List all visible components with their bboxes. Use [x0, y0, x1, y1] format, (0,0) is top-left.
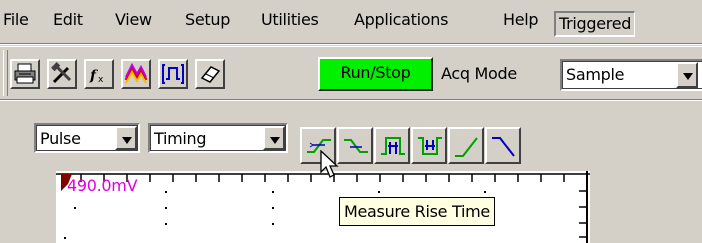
- color-waveform-button[interactable]: [121, 59, 151, 89]
- menu-edit[interactable]: Edit: [53, 10, 83, 30]
- toolbar-top-edge: [0, 46, 702, 47]
- hammer-wrench-icon: [51, 62, 72, 84]
- menu-view[interactable]: View: [115, 10, 152, 30]
- eraser-button[interactable]: [195, 59, 225, 89]
- tools-button[interactable]: [47, 59, 77, 89]
- menu-help[interactable]: Help: [503, 10, 539, 30]
- acq-mode-select[interactable]: Sample: [560, 59, 702, 91]
- fx-math-icon: f x: [89, 68, 104, 85]
- positive-width-icon: [381, 137, 405, 155]
- toolbar-grip: [3, 50, 8, 96]
- graticule-right-ticks: [579, 190, 587, 238]
- acq-mode-label: Acq Mode: [441, 64, 517, 83]
- tooltip: Measure Rise Time: [339, 197, 495, 226]
- pulse-bracket-icon: [162, 64, 184, 84]
- math-button[interactable]: f x: [84, 59, 114, 89]
- measure-negative-width-button[interactable]: [411, 127, 447, 164]
- chevron-down-icon[interactable]: [676, 62, 698, 88]
- svg-text:x: x: [98, 75, 104, 85]
- measure-group-select[interactable]: Timing: [148, 123, 288, 153]
- rising-edge-icon: [455, 137, 478, 157]
- menu-applications[interactable]: Applications: [354, 10, 448, 30]
- falling-edge-icon: [492, 137, 515, 157]
- print-icon: [14, 63, 36, 84]
- measure-positive-width-button[interactable]: [374, 127, 410, 164]
- acq-mode-value: Sample: [566, 65, 625, 84]
- run-stop-button[interactable]: Run/Stop: [318, 57, 433, 91]
- measure-falling-edge-button[interactable]: [485, 127, 521, 164]
- eraser-icon: [200, 66, 221, 83]
- measure-category-select[interactable]: Pulse: [34, 123, 140, 153]
- reference-level-label: 490.0mV: [67, 176, 138, 195]
- menu-bar: File Edit View Setup Utilities Applicati…: [0, 0, 702, 42]
- menu-utilities[interactable]: Utilities: [261, 10, 319, 30]
- chevron-down-icon[interactable]: [115, 126, 137, 150]
- fall-time-icon: [344, 139, 368, 153]
- pulse-button[interactable]: [158, 59, 188, 89]
- separator: [0, 44, 702, 45]
- measure-rising-edge-button[interactable]: [448, 127, 484, 164]
- negative-width-icon: [418, 137, 442, 155]
- menu-file[interactable]: File: [3, 10, 29, 30]
- menu-setup[interactable]: Setup: [185, 10, 230, 30]
- mouse-cursor-icon: [320, 150, 339, 178]
- measure-fall-time-button[interactable]: [337, 127, 373, 164]
- measure-category-value: Pulse: [40, 129, 81, 148]
- measure-group-value: Timing: [154, 129, 207, 148]
- color-waveform-icon: [124, 62, 148, 84]
- trigger-status: Triggered: [554, 11, 636, 37]
- print-button[interactable]: [10, 59, 40, 89]
- separator: [0, 100, 702, 101]
- chevron-down-icon[interactable]: [263, 126, 285, 150]
